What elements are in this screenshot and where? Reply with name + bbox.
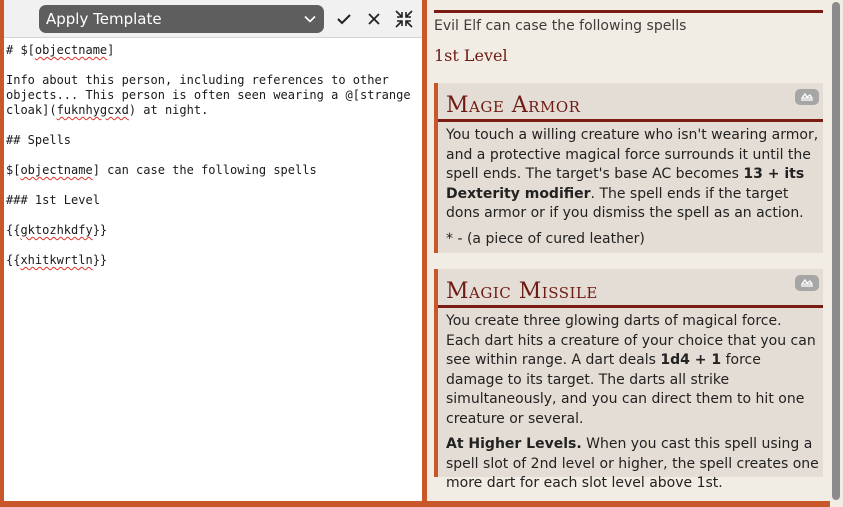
editor-pane: Apply Template # $[objectname] Info about…: [4, 0, 422, 501]
collapse-icon: [395, 10, 413, 28]
editor-token: fuknhygcxd: [56, 103, 129, 117]
preview-scrollbar[interactable]: [830, 0, 843, 507]
level-heading: 1st Level: [434, 46, 508, 65]
dice-icon[interactable]: [795, 89, 819, 105]
spell-higher-levels: At Higher Levels. When you cast this spe…: [446, 435, 823, 494]
editor-blank-line: [6, 178, 416, 193]
editor-token: objectname: [34, 43, 108, 57]
spell-title-rule: [438, 119, 823, 122]
dice-icon[interactable]: [795, 275, 819, 291]
markdown-editor[interactable]: # $[objectname] Info about this person, i…: [6, 43, 416, 268]
spell-card: Mage Armor You touch a willing creature …: [434, 83, 823, 253]
editor-token: xhitkwrtln: [20, 253, 93, 267]
editor-line: # $[objectname]: [6, 43, 115, 57]
editor-line: ### 1st Level: [6, 193, 100, 207]
close-icon: [368, 13, 380, 25]
editor-blank-line: [6, 148, 416, 163]
spell-description: You create three glowing darts of magica…: [446, 312, 823, 429]
preview-pane: Evil Elf can case the following spells 1…: [427, 0, 830, 501]
editor-blank-line: [6, 208, 416, 223]
apply-template-select[interactable]: Apply Template: [39, 5, 324, 33]
spell-material-note: * - (a piece of cured leather): [446, 230, 645, 247]
editor-line: {{xhitkwrtln}}: [6, 253, 108, 267]
editor-blank-line: [6, 238, 416, 253]
spell-description: You touch a willing creature who isn't w…: [446, 126, 823, 224]
editor-line: ## Spells: [6, 133, 72, 147]
editor-token: gktozhkdfy: [20, 223, 93, 237]
dice-glyph: [800, 92, 814, 101]
apply-template-label: Apply Template: [46, 10, 162, 28]
editor-line: Info about this person, including refere…: [6, 73, 418, 117]
higher-levels-label: At Higher Levels.: [446, 436, 582, 452]
dice-glyph: [800, 278, 814, 287]
section-rule: [434, 10, 823, 13]
editor-blank-line: [6, 58, 416, 73]
editor-line: $[objectname] can case the following spe…: [6, 163, 317, 177]
editor-toolbar: Apply Template: [4, 0, 422, 38]
spells-intro: Evil Elf can case the following spells: [434, 18, 687, 34]
spell-title: Magic Missile: [446, 279, 598, 304]
editor-token: objectname: [20, 163, 93, 177]
collapse-button[interactable]: [389, 5, 419, 33]
chevron-down-icon: [304, 15, 316, 23]
spell-title-rule: [438, 305, 823, 308]
description-bold: 1d4 + 1: [660, 352, 722, 368]
editor-blank-line: [6, 118, 416, 133]
spell-card: Magic Missile You create three glowing d…: [434, 269, 823, 491]
spell-title: Mage Armor: [446, 93, 581, 118]
scrollbar-thumb[interactable]: [832, 2, 840, 500]
confirm-button[interactable]: [329, 5, 359, 33]
check-icon: [337, 14, 351, 25]
editor-line: {{gktozhkdfy}}: [6, 223, 108, 237]
close-button[interactable]: [359, 5, 389, 33]
